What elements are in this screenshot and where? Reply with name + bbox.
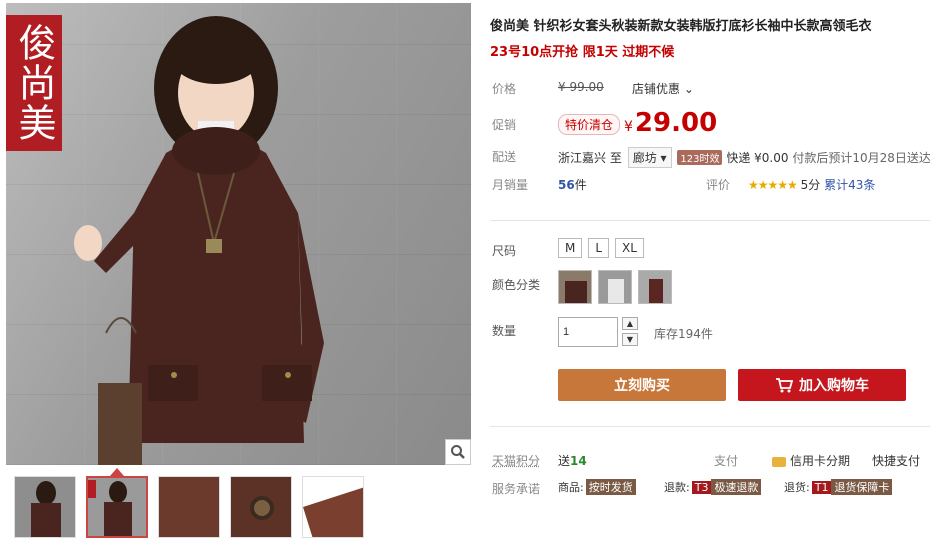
- service-return-label: 退货:: [784, 481, 810, 494]
- sale-price-value: 29.00: [634, 108, 718, 138]
- shipping-info: 浙江嘉兴 至 廊坊 ▾ 123时效 快递 ¥0.00 付款后预计10月28日送达: [558, 147, 930, 168]
- quantity-label: 数量: [492, 324, 517, 338]
- shipping-fee: 快递 ¥0.00: [726, 151, 789, 165]
- return-code-badge: T1: [811, 481, 832, 494]
- model-photo: [74, 16, 324, 465]
- color-swatch-white[interactable]: [598, 270, 632, 304]
- sales-unit: 件: [574, 178, 587, 192]
- currency-symbol: ¥: [624, 119, 633, 135]
- chevron-up-icon: ▲: [626, 319, 634, 328]
- promo-tag-text: 特价清仓: [558, 114, 621, 135]
- ship-to-label: 廊坊: [632, 151, 657, 165]
- brand-logo: 俊尚美: [6, 15, 62, 151]
- rating: ★★★★★ 5分 累计43条: [748, 176, 875, 193]
- thumbnail-5[interactable]: [302, 476, 364, 538]
- increase-button[interactable]: ▲: [622, 317, 638, 330]
- points-text: 送: [558, 454, 571, 468]
- shipping-eta: 付款后预计10月28日送达: [792, 151, 930, 165]
- credit-card-icon: [772, 456, 786, 467]
- delivery-badge: 123时效: [677, 150, 723, 165]
- service-label: 服务承诺: [492, 482, 541, 496]
- service-goods-label: 商品:: [558, 481, 584, 494]
- product-title: 俊尚美 针织衫女套头秋装新款女装韩版打底衫长袖中长款高领毛衣: [490, 19, 872, 34]
- original-price: ¥ 99.00: [558, 80, 604, 94]
- size-options: M L XL: [558, 238, 644, 258]
- thumbnail-3[interactable]: [158, 476, 220, 538]
- return-card-badge: 退货保障卡: [831, 479, 893, 495]
- add-to-cart-label: 加入购物车: [799, 378, 869, 394]
- chevron-down-icon: ⌄: [683, 82, 694, 96]
- buy-now-button[interactable]: 立刻购买: [558, 369, 726, 401]
- main-product-image[interactable]: 俊尚美: [6, 3, 471, 465]
- shop-discount-link[interactable]: 店铺优惠 ⌄: [632, 80, 694, 97]
- sale-price: ¥29.00: [624, 108, 717, 138]
- refund-code-badge: T3: [691, 481, 712, 494]
- points-value: 送14: [558, 452, 587, 469]
- credit-installment-link[interactable]: 信用卡分期: [772, 452, 850, 469]
- service-return: 退货: T1 退货保障卡: [784, 479, 893, 495]
- shipping-label: 配送: [492, 150, 517, 164]
- thumbnail-4[interactable]: [230, 476, 292, 538]
- promo-label: 促销: [492, 118, 517, 132]
- service-goods: 商品: 按时发货: [558, 479, 636, 495]
- sales-label: 月销量: [492, 178, 529, 192]
- ship-to-select[interactable]: 廊坊 ▾: [627, 147, 672, 168]
- thumbnail-2[interactable]: [86, 476, 148, 538]
- size-option-l[interactable]: L: [588, 238, 610, 258]
- promo-banner: 23号10点开抢 限1天 过期不候: [490, 45, 675, 60]
- magnifier-icon[interactable]: [445, 439, 471, 465]
- review-count-link[interactable]: 累计43条: [824, 178, 875, 192]
- payment-label: 支付: [714, 454, 739, 468]
- divider: [490, 426, 930, 427]
- add-to-cart-button[interactable]: 加入购物车: [738, 369, 906, 401]
- service-refund-label: 退款:: [664, 481, 690, 494]
- promo-tag: 特价清仓: [558, 114, 621, 135]
- points-label[interactable]: 天猫积分: [492, 452, 540, 469]
- quantity-input[interactable]: 1: [558, 317, 618, 347]
- size-option-xl[interactable]: XL: [615, 238, 644, 258]
- quick-pay-link[interactable]: 快捷支付: [872, 452, 920, 469]
- color-swatch-coffee[interactable]: [558, 270, 592, 304]
- size-option-m[interactable]: M: [558, 238, 583, 258]
- on-time-ship-badge: 按时发货: [585, 479, 636, 495]
- divider: [490, 220, 930, 221]
- rating-label: 评价: [706, 178, 731, 192]
- sales-number: 56: [558, 178, 575, 192]
- thumbnail-strip: [14, 476, 364, 538]
- sales-count: 56件: [558, 176, 587, 193]
- points-number: 14: [570, 454, 587, 468]
- price-label: 价格: [492, 82, 517, 96]
- credit-installment-label: 信用卡分期: [790, 454, 851, 468]
- shop-discount-label: 店铺优惠: [632, 82, 681, 96]
- chevron-down-icon: ▼: [626, 335, 634, 344]
- fast-refund-badge: 极速退款: [711, 479, 762, 495]
- stock-count: 库存194件: [654, 327, 713, 341]
- ship-to-word: 至: [609, 151, 622, 165]
- service-refund: 退款: T3 极速退款: [664, 479, 762, 495]
- color-swatch-wine[interactable]: [638, 270, 672, 304]
- ship-from: 浙江嘉兴: [558, 151, 607, 165]
- cart-icon: [776, 378, 793, 393]
- rating-stars: ★★★★★: [748, 178, 798, 192]
- chevron-down-icon: ▾: [660, 151, 667, 165]
- rating-score: 5分: [800, 178, 821, 192]
- thumbnail-pointer: [110, 468, 124, 476]
- thumbnail-1[interactable]: [14, 476, 76, 538]
- size-label: 尺码: [492, 244, 517, 258]
- color-options: [558, 270, 672, 304]
- color-label: 颜色分类: [492, 278, 541, 292]
- decrease-button[interactable]: ▼: [622, 333, 638, 346]
